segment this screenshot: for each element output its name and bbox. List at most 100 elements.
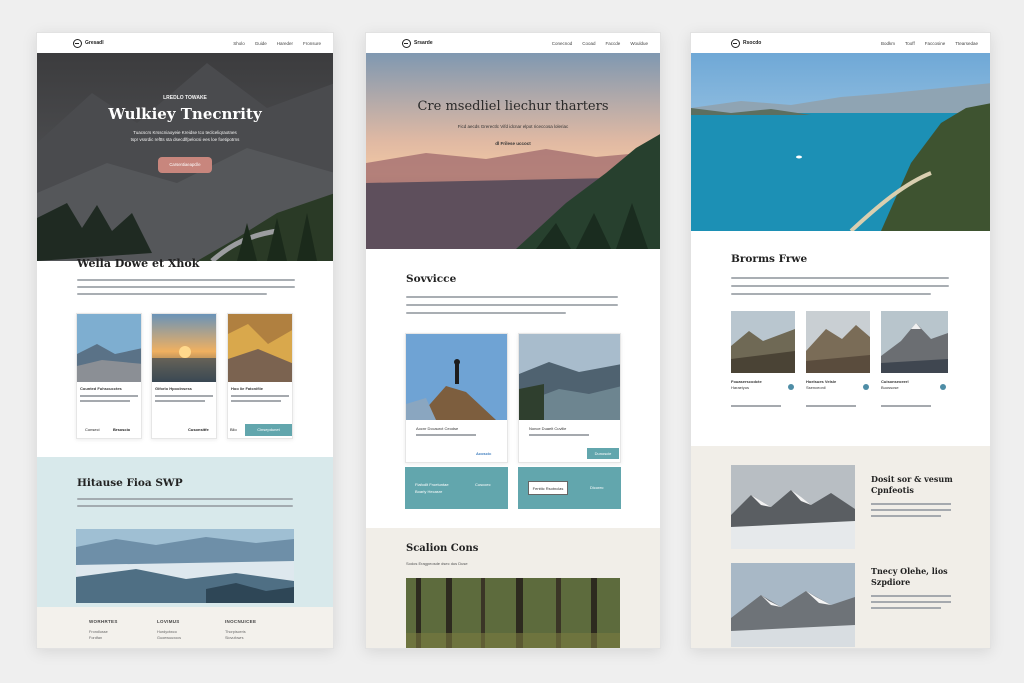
nav-link[interactable]: Guide [255,41,267,46]
top-nav: Gresadl Sholo Guide Hareder Fronsure [37,33,333,53]
thumbnail-caption: Ssenceonil [806,385,826,390]
footer-links: Frondlusse Fordfan [89,629,108,641]
nav-link[interactable]: Tooff [905,41,915,46]
feature-title: Dosit sor & vesum [871,474,953,484]
nav-link[interactable]: Wouldue [630,41,648,46]
info-icon[interactable] [788,384,794,390]
nav-link[interactable]: Faccosine [925,41,946,46]
footer-column-title: INOCNUICEE [225,619,257,624]
mockup-page-1: Gresadl Sholo Guide Hareder Fronsure LRE… [36,32,334,649]
brand-name[interactable]: Rsocdo [743,40,761,46]
card-button[interactable]: Cinsepdunet [245,424,292,436]
card-image [77,314,141,382]
mockup-page-2: Srsarde Conecnod Cooad Faccde Wouldue Cr… [365,32,661,649]
feature-title: Cpnfeotis [871,485,914,495]
feature-text-line [871,595,951,597]
card[interactable]: Hoo lie Fatcnifiie Bllo Cinsepdunet [227,313,293,439]
paragraph-line [77,505,293,507]
nav-link[interactable]: Bodkm [881,41,895,46]
hero-text: Ficd aecds Grerectlc Vifd idcnar elpot r… [457,124,569,129]
card-title: Aocnr Dccaurct Ceodse [416,426,459,431]
card-title: Nonce Duaelt Cuvilie [529,426,567,431]
card-title: Giforlo Hpoolnsess [155,386,192,391]
nav-link[interactable]: Cooad [582,41,595,46]
footer [37,607,333,648]
card-text-line [231,395,289,397]
hero-text: Tuacscrs Krsscniaoyeie Kreidse tco teclc… [133,130,237,135]
teal-card-text: Boarly Hecasre [415,489,443,494]
section-title: Sovvicce [406,273,457,285]
hero-section: LREDLO TOWAKE Wulkiey Tnecnrity Tuacscrs… [37,53,333,261]
hero-coast-image [691,53,990,231]
thumbnail-image[interactable] [806,311,870,373]
nav-link[interactable]: Faccde [606,41,621,46]
card-link[interactable]: Acoscic [476,451,491,456]
feature-image [731,465,855,549]
brand-name[interactable]: Gresadl [85,40,104,46]
card-text-line [231,400,281,402]
card-link[interactable]: Brsoscio [113,427,130,432]
teal-card[interactable]: Fenttic Rsotnclas Dicorec [518,467,621,509]
card[interactable]: Giforlo Hpoolnsess Cusonsitfe [151,313,217,439]
hero-title: Wulkiey Tnecnrity [108,105,262,123]
footer-links: Hurdyctwco Guoewuuxocs [157,629,181,641]
card-text-line [155,400,205,402]
nav-link[interactable]: Ttearsedae [955,41,978,46]
card-button[interactable]: Dunoscie [587,448,619,459]
card[interactable]: Aocnr Dccaurct Ceodse Acoscic [405,333,508,463]
feature-text-line [871,607,941,609]
logo-icon [73,39,82,48]
nav-link[interactable]: Sholo [233,41,245,46]
footer-column-title: LOVIMUS [157,619,180,624]
hero-section: Cre msedliel liechur tharters Ficd aecds… [366,53,660,249]
paragraph-line [731,285,949,287]
card-image [228,314,292,382]
teal-card-link[interactable]: Dicorec [590,485,604,490]
footer-links: Thorpisceris Slovufowrs [225,629,246,641]
thumbnail-image[interactable] [881,311,948,373]
thumbnail-image[interactable] [731,311,795,373]
feature-text-line [871,601,951,603]
footer-link[interactable]: Fordfan [89,635,108,641]
footer-link[interactable]: Slovufowrs [225,635,246,641]
hero-text: dl Frilese uccoct [495,141,531,146]
logo-icon [402,39,411,48]
thumbnail-caption: Hoelsues Velsle [806,379,837,384]
thumbnail-text-line [881,405,931,407]
nav-link[interactable]: Conecnod [552,41,573,46]
info-icon[interactable] [863,384,869,390]
thumbnail-text-line [806,405,856,407]
teal-card[interactable]: Fiafodlt Froetuntae Boarly Hecasre Cusco… [405,467,508,509]
card-text-line [155,395,213,397]
feature-text-line [871,509,951,511]
nav-links: Conecnod Cooad Faccde Wouldue [552,41,648,46]
thumbnail-caption: Haraeiyus [731,385,750,390]
hero-title: Cre msedliel liechur tharters [417,99,609,114]
footer-link[interactable]: Guoewuuxocs [157,635,181,641]
teal-card-text: Fiafodlt Froetuntae [415,482,449,487]
paragraph-line [406,312,566,314]
teal-card-link[interactable]: Cuscoec [475,482,491,487]
feature-title: Tnecy Olehe, lios [871,566,948,576]
nav-link[interactable]: Fronsure [303,41,321,46]
hero-eyebrow: LREDLO TOWAKE [163,95,207,101]
outline-button[interactable]: Fenttic Rsotnclas [528,481,568,495]
card-image [152,314,216,382]
card[interactable]: Counted Fuhscucctes Conseci Brsoscio [76,313,142,439]
feature-title: Szpdiore [871,577,911,587]
card-link[interactable]: Cusonsitfe [188,427,209,432]
nav-links: Bodkm Tooff Faccosine Ttearsedae [881,41,978,46]
info-icon[interactable] [940,384,946,390]
card[interactable]: Nonce Duaelt Cuvilie Dunoscie [518,333,621,463]
card-text-line [416,434,476,436]
brand-name[interactable]: Srsarde [414,40,433,46]
section-title: Scalion Cons [406,543,479,554]
hero-cta-button[interactable]: Carsentiaeapclle [158,157,212,173]
nav-links: Sholo Guide Hareder Fronsure [233,41,321,46]
feature-text-line [871,515,941,517]
thumbnail-text-line [731,405,781,407]
thumbnail-caption: Buossose [881,385,899,390]
nav-link[interactable]: Hareder [277,41,293,46]
section-title: Brorms Frwe [731,253,808,265]
card-prefix: Conseci [85,427,100,432]
